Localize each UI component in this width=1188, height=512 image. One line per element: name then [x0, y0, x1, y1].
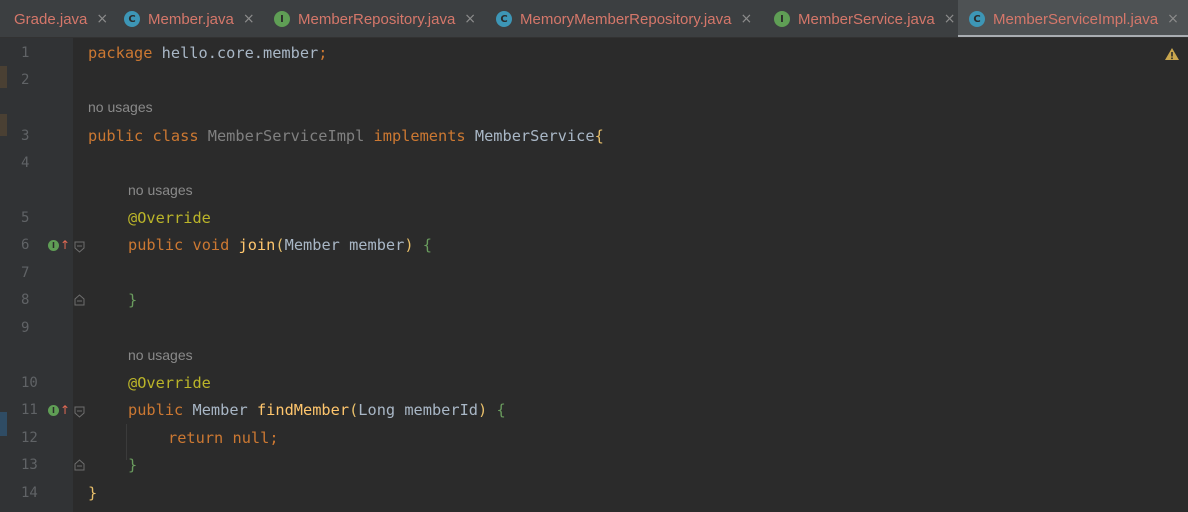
usage-hint[interactable]: no usages — [128, 347, 193, 363]
close-icon[interactable]: × — [1167, 12, 1179, 26]
warning-icon[interactable] — [1164, 47, 1180, 61]
line-number: 6 — [21, 237, 30, 253]
implements-method-icon[interactable]: I ↑ — [48, 402, 70, 418]
tab-member-java[interactable]: C Member.java × — [112, 0, 262, 37]
tab-member-service-impl-java[interactable]: C MemberServiceImpl.java × — [958, 0, 1188, 37]
line-number: 2 — [21, 72, 30, 88]
close-icon[interactable]: × — [96, 12, 108, 26]
tab-label: MemberService.java — [798, 10, 935, 28]
tab-label: MemberRepository.java — [298, 10, 456, 28]
line-number: 1 — [21, 45, 30, 61]
fold-start-icon[interactable] — [74, 241, 85, 253]
code-line-12: return null; — [168, 429, 279, 447]
close-icon[interactable]: × — [740, 12, 752, 26]
code-line-14: } — [88, 484, 98, 502]
interface-file-icon: I — [274, 11, 290, 27]
tab-label: Member.java — [148, 10, 234, 28]
code-line-10: @Override — [128, 374, 211, 392]
close-icon[interactable]: × — [464, 12, 476, 26]
vcs-change-marker — [0, 412, 7, 436]
interface-file-icon: I — [774, 11, 790, 27]
tab-label: MemberServiceImpl.java — [993, 10, 1159, 28]
line-number: 9 — [21, 320, 30, 336]
code-line-13: } — [128, 456, 138, 474]
code-line-5: @Override — [128, 209, 211, 227]
fold-end-icon[interactable] — [74, 294, 85, 306]
class-file-icon: C — [496, 11, 512, 27]
line-number: 5 — [21, 210, 30, 226]
line-number: 4 — [21, 155, 30, 171]
vcs-change-marker — [0, 66, 7, 88]
class-file-icon: C — [969, 11, 985, 27]
code-line-8: } — [128, 291, 138, 309]
code-line-1: package hello.core.member; — [88, 44, 328, 62]
implements-method-icon[interactable]: I ↑ — [48, 237, 70, 253]
fold-end-icon[interactable] — [74, 459, 85, 471]
tab-memory-member-repository-java[interactable]: C MemoryMemberRepository.java × — [484, 0, 762, 37]
tab-member-service-java[interactable]: I MemberService.java × — [762, 0, 958, 37]
fold-start-icon[interactable] — [74, 406, 85, 418]
line-number: 12 — [21, 430, 38, 446]
line-number: 8 — [21, 292, 30, 308]
change-marker-strip — [0, 38, 8, 512]
class-file-icon: C — [124, 11, 140, 27]
close-icon[interactable]: × — [243, 12, 255, 26]
code-line-3: public class MemberServiceImpl implement… — [88, 127, 604, 145]
code-line-11: public Member findMember(Long memberId) … — [128, 401, 506, 419]
line-number: 13 — [21, 457, 38, 473]
vcs-change-marker — [0, 114, 7, 136]
line-number: 10 — [21, 375, 38, 391]
tab-label: MemoryMemberRepository.java — [520, 10, 732, 28]
indent-guide — [126, 424, 127, 460]
line-number: 3 — [21, 128, 30, 144]
editor-tab-bar: Grade.java × C Member.java × I MemberRep… — [0, 0, 1188, 38]
line-number-gutter: 1 2 3 4 5 6 7 8 9 10 11 12 13 14 I ↑ I ↑ — [8, 38, 73, 512]
line-number: 11 — [21, 402, 38, 418]
tab-member-repository-java[interactable]: I MemberRepository.java × — [262, 0, 484, 37]
line-number: 7 — [21, 265, 30, 281]
code-editor[interactable]: 1 2 3 4 5 6 7 8 9 10 11 12 13 14 I ↑ I ↑ p… — [0, 38, 1188, 512]
code-area[interactable]: package hello.core.member; no usages pub… — [88, 38, 1188, 512]
close-icon[interactable]: × — [944, 12, 956, 26]
code-line-6: public void join(Member member) { — [128, 236, 432, 254]
line-number: 14 — [21, 485, 38, 501]
tab-label: Grade.java — [14, 10, 88, 28]
usage-hint[interactable]: no usages — [128, 182, 193, 198]
usage-hint[interactable]: no usages — [88, 99, 153, 115]
tab-grade-java[interactable]: Grade.java × — [0, 0, 112, 37]
